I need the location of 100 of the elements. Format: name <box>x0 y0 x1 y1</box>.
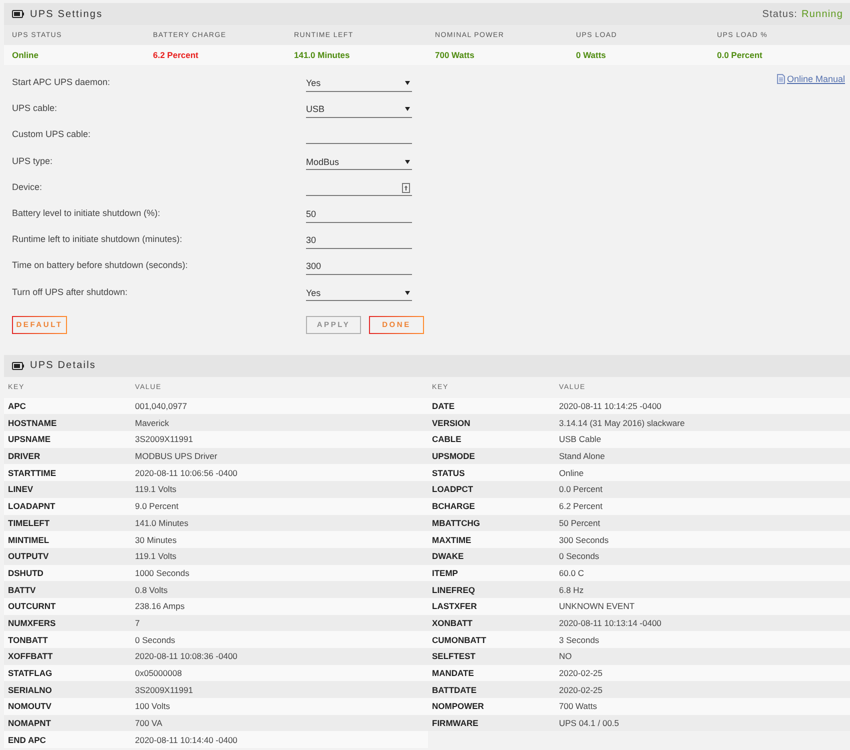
value-cell: UPS 04.1 / 00.5 <box>555 714 850 732</box>
field-label: Battery level to initiate shutdown (%): <box>12 207 162 220</box>
field-label: UPS cable: <box>12 102 58 116</box>
key-cell: LINEFREQ <box>428 581 555 598</box>
summary-value: Online <box>4 45 145 65</box>
summary-value: 700 Watts <box>427 45 568 65</box>
field-label: Custom UPS cable: <box>12 128 92 142</box>
field-label: Device: <box>12 180 44 194</box>
key-cell: DSHUTD <box>4 564 131 582</box>
key-cell: UPSNAME <box>4 431 131 448</box>
online-manual-link[interactable]: Online Manual <box>776 74 845 84</box>
key-cell: LOADPCT <box>428 481 555 498</box>
value-cell: 2020-08-11 10:08:36 -0400 <box>131 648 428 665</box>
field-label: Time on battery before shutdown (seconds): <box>12 259 189 272</box>
value-cell: MODBUS UPS Driver <box>131 448 428 464</box>
key-cell: XONBATT <box>428 614 555 632</box>
key-cell: DATE <box>428 398 555 414</box>
value-cell: 30 Minutes <box>131 531 428 548</box>
value-cell: 2020-08-11 10:13:14 -0400 <box>555 614 850 632</box>
select-field[interactable]: Yes <box>306 284 412 302</box>
key-cell: LASTXFER <box>428 598 555 615</box>
caret-icon <box>405 107 410 112</box>
value-cell: 3S2009X11991 <box>131 431 428 448</box>
caret-icon <box>405 290 410 295</box>
value-cell: 700 VA <box>131 714 428 732</box>
key-cell: OUTCURNT <box>4 598 131 615</box>
input-field[interactable]: 300 <box>306 258 412 275</box>
key-cell: XOFFBATT <box>4 648 131 665</box>
value-cell: 700 Watts <box>555 698 850 715</box>
key-cell: SELFTEST <box>428 648 555 665</box>
field-label: UPS type: <box>12 154 54 168</box>
key-cell: STATFLAG <box>4 664 131 682</box>
select-field[interactable]: ModBus <box>306 153 412 170</box>
caret-icon <box>405 81 410 86</box>
key-cell: NOMPOWER <box>428 698 555 715</box>
select-field[interactable]: Yes <box>306 74 412 92</box>
key-cell: SERIALNO <box>4 681 131 698</box>
field-label: Turn off UPS after shutdown: <box>12 286 129 299</box>
value-cell: 50 Percent <box>555 514 850 532</box>
value-cell: 0 Seconds <box>555 548 850 565</box>
value-cell: 119.1 Volts <box>131 481 428 498</box>
value-cell: 3.14.14 (31 May 2016) slackware <box>555 414 850 432</box>
key-cell: ITEMP <box>428 564 555 582</box>
select-field[interactable]: USB <box>306 100 412 118</box>
value-cell: 3 Seconds <box>555 631 850 648</box>
key-cell: VERSION <box>428 414 555 432</box>
key-cell: CABLE <box>428 431 555 448</box>
key-cell: DRIVER <box>4 448 131 464</box>
status-label: Status: <box>762 8 798 20</box>
key-cell: BCHARGE <box>428 498 555 514</box>
value-cell: Stand Alone <box>555 448 850 464</box>
panel-title: UPS Details <box>30 360 96 372</box>
key-cell: END APC <box>4 731 131 748</box>
field-label: Start APC UPS daemon: <box>12 76 112 90</box>
key-cell: BATTDATE <box>428 681 555 698</box>
key-cell: MANDATE <box>428 664 555 682</box>
key-cell: LINEV <box>4 481 131 498</box>
value-cell: 3S2009X11991 <box>131 681 428 698</box>
value-cell: 6.2 Percent <box>555 498 850 514</box>
key-cell: BATTV <box>4 581 131 598</box>
value-cell: 2020-08-11 10:14:40 -0400 <box>131 731 428 748</box>
document-icon <box>776 74 785 84</box>
value-cell: Maverick <box>131 414 428 432</box>
key-cell: TIMELEFT <box>4 514 131 532</box>
value-cell: 1000 Seconds <box>131 564 428 582</box>
value-cell: USB Cable <box>555 431 850 448</box>
summary-value: 0.0 Percent <box>709 45 850 65</box>
key-cell: TONBATT <box>4 631 131 648</box>
value-cell: 2020-02-25 <box>555 664 850 682</box>
key-cell: STATUS <box>428 464 555 482</box>
summary-value: 141.0 Minutes <box>286 45 427 65</box>
key-cell: MINTIMEL <box>4 531 131 548</box>
value-cell: NO <box>555 648 850 665</box>
value-cell: 60.0 C <box>555 564 850 582</box>
value-cell: 0x05000008 <box>131 664 428 682</box>
panel-title: UPS Settings <box>30 8 103 20</box>
status-value: Running <box>802 8 843 20</box>
summary-value: 6.2 Percent <box>145 45 286 65</box>
value-cell: 300 Seconds <box>555 531 850 548</box>
value-cell: 100 Volts <box>131 698 428 715</box>
value-cell: 7 <box>131 614 428 632</box>
value-cell: Online <box>555 464 850 482</box>
key-cell: FIRMWARE <box>428 714 555 732</box>
value-cell: 238.16 Amps <box>131 598 428 615</box>
key-cell: MAXTIME <box>428 531 555 548</box>
value-cell: 0 Seconds <box>131 631 428 648</box>
key-cell: NUMXFERS <box>4 614 131 632</box>
value-cell: 141.0 Minutes <box>131 514 428 532</box>
key-cell: STARTTIME <box>4 464 131 482</box>
key-cell: CUMONBATT <box>428 631 555 648</box>
value-cell: 0.8 Volts <box>131 581 428 598</box>
battery-icon <box>12 10 24 18</box>
input-field[interactable]: 50 <box>306 206 412 223</box>
arrow-box-icon <box>402 182 410 193</box>
value-cell: 001,040,0977 <box>131 398 428 414</box>
key-cell: NOMAPNT <box>4 714 131 732</box>
input-field[interactable]: 30 <box>306 232 412 249</box>
key-cell: MBATTCHG <box>428 514 555 532</box>
value-cell: 2020-08-11 10:14:25 -0400 <box>555 398 850 414</box>
key-cell: APC <box>4 398 131 414</box>
